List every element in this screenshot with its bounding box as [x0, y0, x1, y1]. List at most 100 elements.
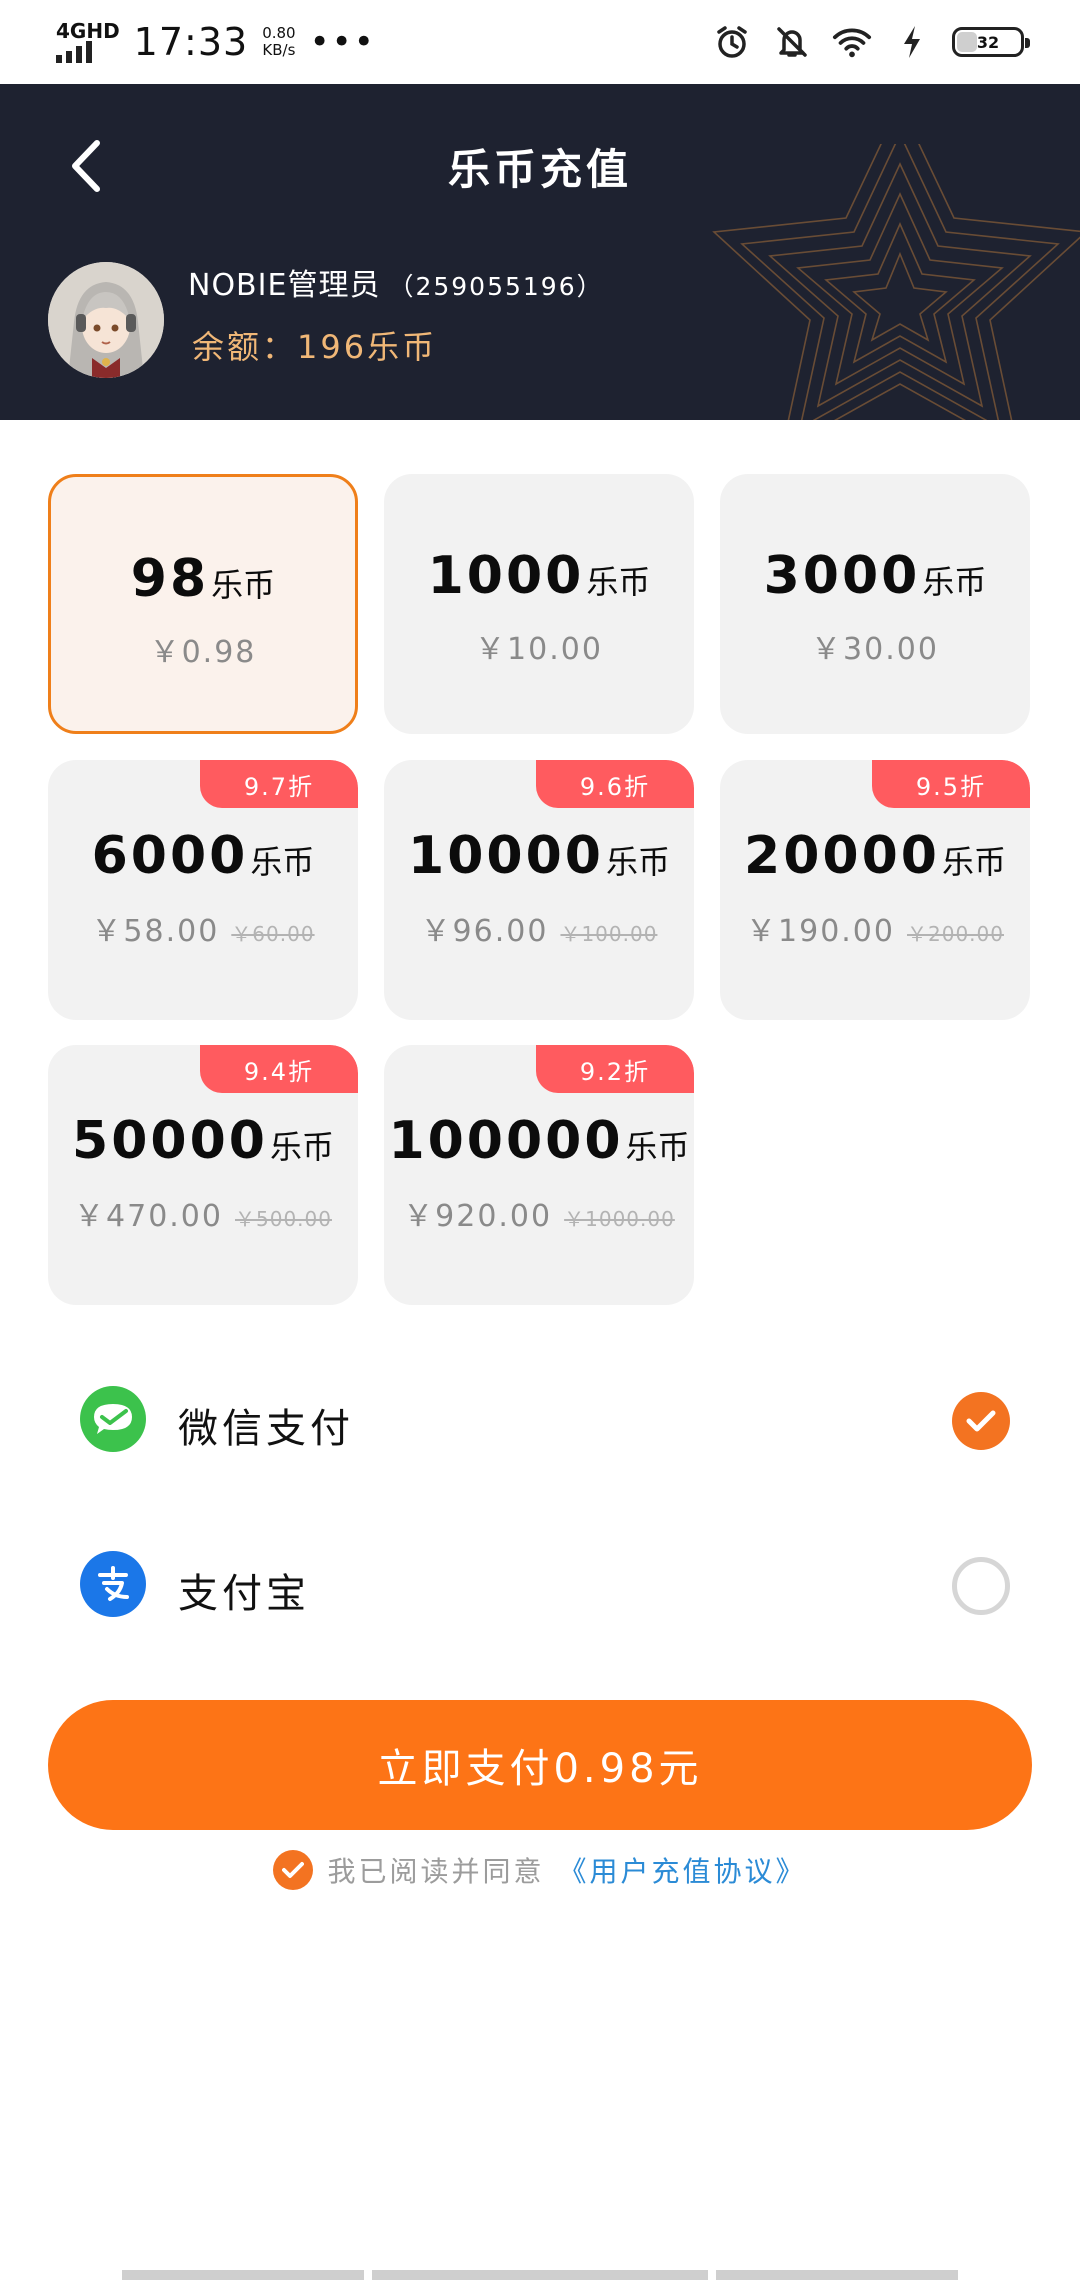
network-speed: 0.80 KB/s [262, 25, 295, 59]
alarm-icon [712, 22, 752, 62]
mute-icon [772, 22, 812, 62]
status-left: 4GHD 17:33 0.80 KB/s ••• [56, 20, 376, 64]
package-unit: 乐币 [625, 1128, 690, 1166]
package-price: ￥0.98 [51, 627, 355, 671]
header: 乐币充值 NOBIE管理员 （259055196） 余额：196乐币 [0, 84, 1080, 420]
package-amount-number: 6000 [91, 826, 249, 886]
package-price-original: ￥500.00 [235, 1207, 332, 1231]
network-speed-value: 0.80 [262, 24, 296, 42]
package-unit: 乐币 [922, 563, 987, 601]
clock: 17:33 [133, 20, 249, 64]
package-unit: 乐币 [269, 1128, 334, 1166]
package-3000[interactable]: 3000乐币 ￥30.00 [720, 474, 1030, 734]
package-price-current: ￥470.00 [74, 1199, 223, 1234]
agreement-link[interactable]: 《用户充值协议》 [559, 1850, 807, 1890]
package-amount: 3000乐币 [720, 546, 1030, 606]
nav-hint-left [122, 2270, 364, 2280]
payment-label-wechat: 微信支付 [178, 1406, 354, 1452]
package-price: ￥30.00 [720, 624, 1030, 668]
package-amount-number: 20000 [744, 826, 940, 886]
payment-option-alipay[interactable]: 支付宝 [0, 1529, 1080, 1639]
package-amount-number: 98 [130, 549, 210, 609]
radio-selected[interactable] [952, 1392, 1010, 1450]
package-price-current: ￥190.00 [746, 914, 895, 949]
charging-icon [892, 22, 932, 62]
package-amount: 100000乐币 [384, 1111, 694, 1171]
check-icon [966, 1410, 996, 1432]
package-price-original: ￥60.00 [231, 922, 315, 946]
page-title: 乐币充值 [447, 145, 632, 194]
network-speed-unit: KB/s [262, 41, 296, 59]
package-10000[interactable]: 9.6折 10000乐币 ￥96.00 ￥100.00 [384, 760, 694, 1020]
package-6000[interactable]: 9.7折 6000乐币 ￥58.00 ￥60.00 [48, 760, 358, 1020]
network-type: 4GHD [56, 19, 120, 43]
balance: 余额：196乐币 [192, 328, 438, 366]
package-price-current: ￥96.00 [420, 914, 549, 949]
package-price: ￥190.00 ￥200.00 [720, 906, 1030, 950]
user-nickname: NOBIE管理员 [188, 268, 381, 303]
package-amount-number: 50000 [72, 1111, 268, 1171]
agreement-text: 我已阅读并同意 [327, 1855, 545, 1888]
package-price-original: ￥200.00 [907, 922, 1004, 946]
package-1000[interactable]: 1000乐币 ￥10.00 [384, 474, 694, 734]
wifi-icon [832, 22, 872, 62]
avatar [48, 262, 164, 378]
signal-icon [56, 41, 120, 63]
package-price-original: ￥1000.00 [564, 1207, 675, 1231]
cellular-indicator: 4GHD [56, 21, 120, 63]
package-amount: 20000乐币 [720, 826, 1030, 886]
package-amount-number: 100000 [388, 1111, 624, 1171]
package-price-current: ￥920.00 [403, 1199, 553, 1234]
package-amount: 6000乐币 [48, 826, 358, 886]
discount-badge: 9.6折 [536, 760, 694, 808]
package-price-current: ￥30.00 [811, 632, 939, 667]
wechat-pay-icon [80, 1386, 146, 1452]
package-unit: 乐币 [250, 843, 315, 881]
package-unit: 乐币 [605, 843, 670, 881]
package-amount: 98乐币 [51, 549, 355, 609]
package-amount-number: 1000 [427, 546, 585, 606]
status-bar: 4GHD 17:33 0.80 KB/s ••• 32 [0, 0, 1080, 84]
package-50000[interactable]: 9.4折 50000乐币 ￥470.00 ￥500.00 [48, 1045, 358, 1305]
battery-level: 32 [976, 32, 1000, 52]
payment-label-alipay: 支付宝 [178, 1571, 310, 1617]
discount-badge: 9.7折 [200, 760, 358, 808]
discount-badge: 9.5折 [872, 760, 1030, 808]
package-unit: 乐币 [586, 563, 651, 601]
package-amount: 1000乐币 [384, 546, 694, 606]
radio-unselected[interactable] [952, 1557, 1010, 1615]
nav-hint-center [372, 2270, 708, 2280]
package-unit: 乐币 [941, 843, 1006, 881]
battery-icon: 32 [952, 27, 1030, 57]
discount-badge: 9.4折 [200, 1045, 358, 1093]
check-icon [282, 1862, 305, 1878]
nav-hint-right [716, 2270, 958, 2280]
alipay-icon [80, 1551, 146, 1617]
package-price: ￥96.00 ￥100.00 [384, 906, 694, 950]
status-right: 32 [712, 22, 1030, 62]
package-amount-number: 10000 [408, 826, 604, 886]
agreement: 我已阅读并同意 《用户充值协议》 [0, 1850, 1080, 1890]
pay-now-button[interactable]: 立即支付0.98元 [48, 1700, 1032, 1830]
package-amount: 10000乐币 [384, 826, 694, 886]
package-price-current: ￥10.00 [475, 632, 603, 667]
agreement-checkbox[interactable] [273, 1850, 314, 1890]
user-id: （259055196） [388, 272, 604, 301]
package-price: ￥920.00 ￥1000.00 [384, 1191, 694, 1235]
package-100000[interactable]: 9.2折 100000乐币 ￥920.00 ￥1000.00 [384, 1045, 694, 1305]
discount-badge: 9.2折 [536, 1045, 694, 1093]
package-98[interactable]: 98乐币 ￥0.98 [48, 474, 358, 734]
package-price: ￥470.00 ￥500.00 [48, 1191, 358, 1235]
package-price-original: ￥100.00 [560, 922, 658, 946]
more-notifications-icon: ••• [309, 22, 376, 62]
package-price-current: ￥58.00 [91, 914, 220, 949]
package-price-current: ￥0.98 [149, 635, 257, 670]
package-20000[interactable]: 9.5折 20000乐币 ￥190.00 ￥200.00 [720, 760, 1030, 1020]
package-amount-number: 3000 [763, 546, 921, 606]
user-name: NOBIE管理员 （259055196） [188, 260, 604, 304]
payment-option-wechat[interactable]: 微信支付 [0, 1364, 1080, 1474]
package-amount: 50000乐币 [48, 1111, 358, 1171]
package-price: ￥58.00 ￥60.00 [48, 906, 358, 950]
package-price: ￥10.00 [384, 624, 694, 668]
package-unit: 乐币 [211, 566, 276, 604]
